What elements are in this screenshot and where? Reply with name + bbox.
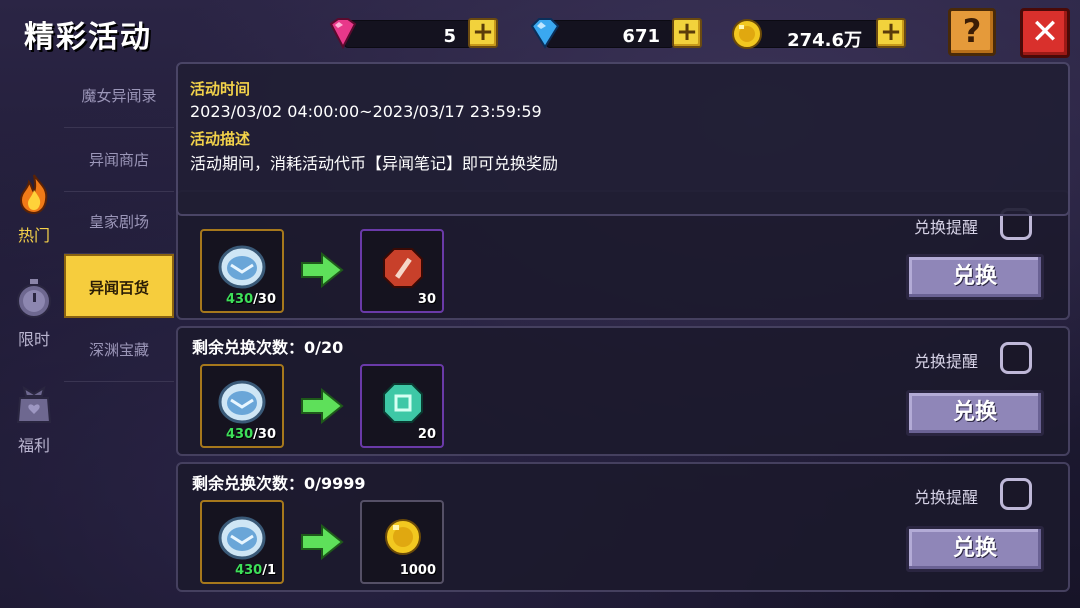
- header: 精彩活动 5 + 671 + 274.6万 + ? ✕: [0, 0, 1080, 64]
- reward-amount: 30: [417, 292, 436, 307]
- currency-pink-gem: 5 +: [326, 16, 502, 50]
- remaining-count: 剩余兑换次数：0/9999: [192, 474, 366, 493]
- event-info-panel: 活动时间 2023/03/02 04:00:00~2023/03/17 23:5…: [176, 62, 1070, 216]
- arrow-right-icon: [301, 388, 344, 424]
- category-limited[interactable]: 限时: [8, 276, 60, 350]
- cost-amount: 430/1: [235, 563, 276, 578]
- oddity-notes-token-icon: [218, 516, 266, 560]
- category-rail: 热门 限时 福利: [0, 64, 64, 608]
- reward-amount: 20: [417, 427, 436, 442]
- cost-amount: 430/30: [226, 427, 276, 442]
- arrow-right-icon: [301, 252, 344, 288]
- content-area: 活动时间 2023/03/02 04:00:00~2023/03/17 23:5…: [176, 62, 1070, 608]
- cost-amount: 430/30: [226, 292, 276, 307]
- subtab-list: 魔女异闻录 异闻商店 皇家剧场 异闻百货 深渊宝藏: [64, 64, 174, 382]
- exchange-row: 剩余兑换次数：0/9999 兑换提醒 430/1 1000 兑换: [176, 462, 1070, 592]
- cost-item-slot: 430/30: [200, 229, 284, 313]
- add-pink-gem-button[interactable]: +: [468, 18, 498, 48]
- pink-gem-icon: [329, 18, 357, 50]
- gift-bag-icon: [16, 385, 52, 423]
- page-title: 精彩活动: [24, 20, 152, 55]
- reminder-label: 兑换提醒: [914, 218, 979, 237]
- reminder-checkbox[interactable]: [1000, 342, 1032, 374]
- event-time-value: 2023/03/02 04:00:00~2023/03/17 23:59:59: [190, 102, 542, 121]
- currency-gold-coin: 274.6万 +: [730, 16, 910, 51]
- gold-coin-value: 274.6万: [787, 30, 862, 51]
- reminder-label: 兑换提醒: [914, 352, 979, 371]
- blue-gem-value: 671: [622, 26, 660, 47]
- remaining-count: 剩余兑换次数：0/20: [192, 338, 344, 357]
- reminder-label: 兑换提醒: [914, 488, 979, 507]
- arrow-right-icon: [301, 524, 344, 560]
- reward-item-slot: 20: [360, 364, 444, 448]
- subtab-royal-theater[interactable]: 皇家剧场: [64, 190, 174, 254]
- fire-icon: [19, 174, 48, 215]
- category-welfare[interactable]: 福利: [8, 382, 60, 456]
- category-label: 热门: [17, 226, 50, 245]
- gold-coin-icon: [385, 519, 421, 555]
- subtab-abyss-treasure[interactable]: 深渊宝藏: [64, 318, 174, 382]
- oddity-notes-token-icon: [218, 380, 266, 424]
- cost-item-slot: 430/1: [200, 500, 284, 584]
- category-label: 福利: [17, 436, 50, 455]
- event-desc-value: 活动期间，消耗活动代币【异闻笔记】即可兑换奖励: [190, 154, 559, 173]
- subtab-oddity-department-store[interactable]: 异闻百货: [64, 254, 174, 318]
- oddity-notes-token-icon: [218, 245, 266, 289]
- red-rune-icon: [383, 248, 423, 288]
- subtab-oddity-shop[interactable]: 异闻商店: [64, 128, 174, 192]
- event-desc-heading: 活动描述: [190, 130, 251, 148]
- teal-rune-icon: [383, 383, 423, 423]
- subtab-witch-records[interactable]: 魔女异闻录: [64, 64, 174, 128]
- exchange-button[interactable]: 兑换: [906, 254, 1044, 300]
- category-label: 限时: [17, 330, 50, 349]
- reward-item-slot: 30: [360, 229, 444, 313]
- pink-gem-value: 5: [443, 26, 456, 47]
- event-time-heading: 活动时间: [190, 80, 251, 98]
- exchange-row: 剩余兑换次数：0/20 兑换提醒 430/30 20 兑换: [176, 326, 1070, 456]
- stopwatch-icon: [17, 279, 51, 318]
- help-button[interactable]: ?: [948, 8, 996, 56]
- add-blue-gem-button[interactable]: +: [672, 18, 702, 48]
- category-hot[interactable]: 热门: [8, 172, 60, 246]
- cost-item-slot: 430/30: [200, 364, 284, 448]
- blue-gem-icon: [530, 18, 560, 49]
- exchange-button[interactable]: 兑换: [906, 390, 1044, 436]
- reward-amount: 1000: [399, 563, 436, 578]
- close-button[interactable]: ✕: [1020, 8, 1070, 58]
- gold-coin-icon: [732, 19, 762, 49]
- exchange-button[interactable]: 兑换: [906, 526, 1044, 572]
- reminder-checkbox[interactable]: [1000, 478, 1032, 510]
- currency-blue-gem: 671 +: [528, 16, 704, 50]
- add-gold-coin-button[interactable]: +: [876, 18, 906, 48]
- reward-item-slot: 1000: [360, 500, 444, 584]
